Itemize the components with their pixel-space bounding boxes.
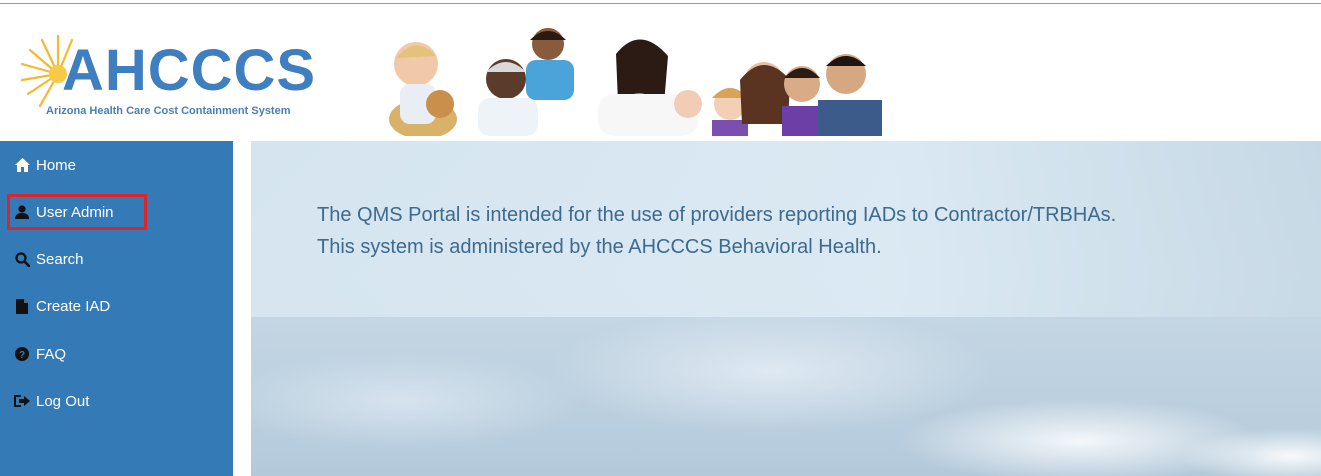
sidebar-item-faq[interactable]: ? FAQ — [14, 339, 219, 369]
logo-wordmark: AHCCCS — [62, 38, 317, 103]
family-photo-banner — [389, 28, 882, 136]
portal-message: The QMS Portal is intended for the use o… — [317, 199, 1307, 263]
main-content: The QMS Portal is intended for the use o… — [251, 141, 1321, 476]
portal-message-line-1: The QMS Portal is intended for the use o… — [317, 204, 1117, 226]
search-icon — [14, 251, 30, 267]
sidebar-item-label: User Admin — [36, 203, 114, 221]
file-icon — [14, 298, 30, 314]
sidebar-item-home[interactable]: Home — [14, 150, 219, 180]
sidebar-item-search[interactable]: Search — [14, 244, 219, 274]
sidebar-item-label: Create IAD — [36, 297, 111, 315]
log-out-icon — [14, 393, 30, 409]
sidebar-item-label: Log Out — [36, 392, 90, 410]
question-circle-icon: ? — [14, 346, 30, 362]
portal-message-line-2: This system is administered by the AHCCC… — [317, 236, 882, 258]
sidebar-item-label: FAQ — [36, 345, 67, 363]
sidebar-item-label: Search — [36, 250, 84, 268]
home-icon — [14, 157, 30, 173]
info-panel: The QMS Portal is intended for the use o… — [251, 141, 1321, 317]
sidebar-item-create-iad[interactable]: Create IAD — [14, 291, 219, 321]
logo-subtitle: Arizona Health Care Cost Containment Sys… — [46, 105, 291, 117]
svg-text:?: ? — [19, 350, 25, 361]
header: AHCCCS Arizona Health Care Cost Containm… — [0, 4, 1321, 136]
ahcccs-logo[interactable]: AHCCCS Arizona Health Care Cost Containm… — [20, 34, 322, 124]
sidebar-nav: Home User Admin Search Create IAD ? FAQ … — [0, 141, 233, 476]
sidebar-item-user-admin[interactable]: User Admin — [7, 194, 147, 230]
sidebar-item-label: Home — [36, 156, 77, 174]
sidebar-item-log-out[interactable]: Log Out — [14, 386, 219, 416]
user-icon — [14, 204, 30, 220]
